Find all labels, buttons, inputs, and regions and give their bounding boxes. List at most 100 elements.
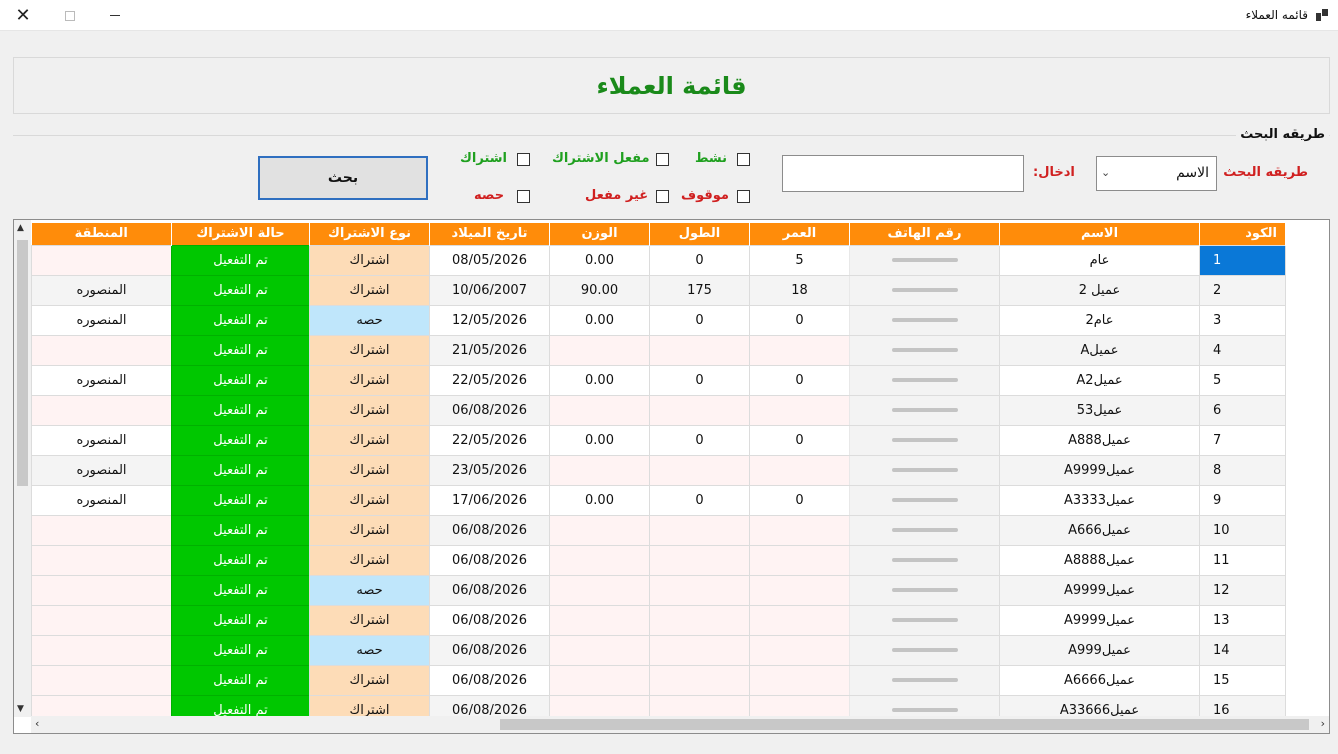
checkbox-sub-enabled[interactable]: [656, 153, 669, 166]
birth-cell[interactable]: 06/08/2026: [429, 544, 550, 576]
region-cell[interactable]: المنصوره: [31, 424, 172, 456]
name-cell[interactable]: عميلA888: [999, 424, 1200, 456]
table-row[interactable]: 9 عميلA3333 0 0 0.00 17/06/2026 اشتراك تم التفع…: [31, 484, 1286, 516]
search-input[interactable]: [782, 155, 1024, 192]
birth-cell[interactable]: 06/08/2026: [429, 664, 550, 696]
birth-cell[interactable]: 06/08/2026: [429, 394, 550, 426]
age-cell[interactable]: [749, 544, 850, 576]
region-cell[interactable]: المنصوره: [31, 454, 172, 486]
name-cell[interactable]: عميلA2: [999, 364, 1200, 396]
horizontal-scrollbar[interactable]: ‹ ›: [31, 716, 1329, 733]
phone-cell[interactable]: [849, 604, 1000, 636]
weight-cell[interactable]: [549, 634, 650, 666]
status-cell[interactable]: تم التفعيل: [171, 244, 310, 276]
height-cell[interactable]: [649, 544, 750, 576]
name-cell[interactable]: عام2: [999, 304, 1200, 336]
height-cell[interactable]: [649, 334, 750, 366]
type-cell[interactable]: اشتراك: [309, 424, 430, 456]
weight-cell[interactable]: 90.00: [549, 274, 650, 306]
height-cell[interactable]: [649, 394, 750, 426]
name-cell[interactable]: عميلA3333: [999, 484, 1200, 516]
phone-cell[interactable]: [849, 544, 1000, 576]
checkbox-subscription[interactable]: [517, 153, 530, 166]
code-cell[interactable]: 1: [1199, 244, 1286, 276]
region-cell[interactable]: [31, 514, 172, 546]
table-row[interactable]: 2 عميل 2 18 175 90.00 10/06/2007 اشتراك تم التف…: [31, 274, 1286, 306]
weight-cell[interactable]: 0.00: [549, 244, 650, 276]
scroll-down-icon[interactable]: ▼: [17, 704, 24, 714]
weight-cell[interactable]: 0.00: [549, 364, 650, 396]
height-cell[interactable]: [649, 664, 750, 696]
name-cell[interactable]: عميلA: [999, 334, 1200, 366]
column-header[interactable]: رقم الهاتف: [849, 223, 1000, 245]
age-cell[interactable]: 18: [749, 274, 850, 306]
status-cell[interactable]: تم التفعيل: [171, 274, 310, 306]
phone-cell[interactable]: [849, 634, 1000, 666]
type-cell[interactable]: اشتراك: [309, 664, 430, 696]
height-cell[interactable]: [649, 514, 750, 546]
birth-cell[interactable]: 21/05/2026: [429, 334, 550, 366]
phone-cell[interactable]: [849, 364, 1000, 396]
age-cell[interactable]: [749, 604, 850, 636]
age-cell[interactable]: [749, 334, 850, 366]
code-cell[interactable]: 12: [1199, 574, 1286, 606]
region-cell[interactable]: [31, 244, 172, 276]
age-cell[interactable]: [749, 634, 850, 666]
code-cell[interactable]: 5: [1199, 364, 1286, 396]
age-cell[interactable]: [749, 574, 850, 606]
checkbox-not-enabled[interactable]: [656, 190, 669, 203]
phone-cell[interactable]: [849, 244, 1000, 276]
age-cell[interactable]: [749, 514, 850, 546]
birth-cell[interactable]: 06/08/2026: [429, 604, 550, 636]
name-cell[interactable]: عميلA9999: [999, 604, 1200, 636]
phone-cell[interactable]: [849, 334, 1000, 366]
height-cell[interactable]: 0: [649, 424, 750, 456]
weight-cell[interactable]: [549, 454, 650, 486]
table-row[interactable]: 13 عميلA9999 06/08/2026 اشتراك تم التفعيل: [31, 604, 1286, 636]
birth-cell[interactable]: 22/05/2026: [429, 364, 550, 396]
name-cell[interactable]: عميلA6666: [999, 664, 1200, 696]
age-cell[interactable]: 0: [749, 484, 850, 516]
customers-grid[interactable]: الكود الاسم رقم الهاتف العمر الطول الوزن تاريخ…: [13, 219, 1330, 734]
code-cell[interactable]: 10: [1199, 514, 1286, 546]
region-cell[interactable]: المنصوره: [31, 364, 172, 396]
status-cell[interactable]: تم التفعيل: [171, 304, 310, 336]
weight-cell[interactable]: 0.00: [549, 304, 650, 336]
status-cell[interactable]: تم التفعيل: [171, 664, 310, 696]
height-cell[interactable]: 0: [649, 244, 750, 276]
code-cell[interactable]: 7: [1199, 424, 1286, 456]
table-row[interactable]: 8 عميلA9999 23/05/2026 اشتراك تم التفعيل المن…: [31, 454, 1286, 486]
search-method-combo[interactable]: الاسم ⌄: [1096, 156, 1217, 191]
status-cell[interactable]: تم التفعيل: [171, 334, 310, 366]
birth-cell[interactable]: 06/08/2026: [429, 574, 550, 606]
vertical-scrollbar[interactable]: ▲ ▼: [14, 220, 31, 717]
column-header[interactable]: الاسم: [999, 223, 1200, 245]
age-cell[interactable]: [749, 454, 850, 486]
name-cell[interactable]: عميلA9999: [999, 454, 1200, 486]
table-row[interactable]: 6 عميل53 06/08/2026 اشتراك تم التفعيل: [31, 394, 1286, 426]
region-cell[interactable]: المنصوره: [31, 484, 172, 516]
code-cell[interactable]: 6: [1199, 394, 1286, 426]
height-cell[interactable]: [649, 574, 750, 606]
name-cell[interactable]: عميلA999: [999, 634, 1200, 666]
age-cell[interactable]: [749, 394, 850, 426]
column-header[interactable]: المنطقة: [31, 223, 172, 245]
phone-cell[interactable]: [849, 454, 1000, 486]
weight-cell[interactable]: [549, 604, 650, 636]
weight-cell[interactable]: 0.00: [549, 484, 650, 516]
scroll-left-icon[interactable]: ‹: [35, 717, 39, 730]
phone-cell[interactable]: [849, 394, 1000, 426]
region-cell[interactable]: [31, 544, 172, 576]
name-cell[interactable]: عميلA666: [999, 514, 1200, 546]
status-cell[interactable]: تم التفعيل: [171, 634, 310, 666]
table-row[interactable]: 1 عام 5 0 0.00 08/05/2026 اشتراك تم التفعيل: [31, 244, 1286, 276]
birth-cell[interactable]: 10/06/2007: [429, 274, 550, 306]
birth-cell[interactable]: 17/06/2026: [429, 484, 550, 516]
column-header[interactable]: الطول: [649, 223, 750, 245]
name-cell[interactable]: عميل 2: [999, 274, 1200, 306]
checkbox-active[interactable]: [737, 153, 750, 166]
region-cell[interactable]: [31, 634, 172, 666]
column-header[interactable]: نوع الاشتراك: [309, 223, 430, 245]
status-cell[interactable]: تم التفعيل: [171, 424, 310, 456]
status-cell[interactable]: تم التفعيل: [171, 514, 310, 546]
